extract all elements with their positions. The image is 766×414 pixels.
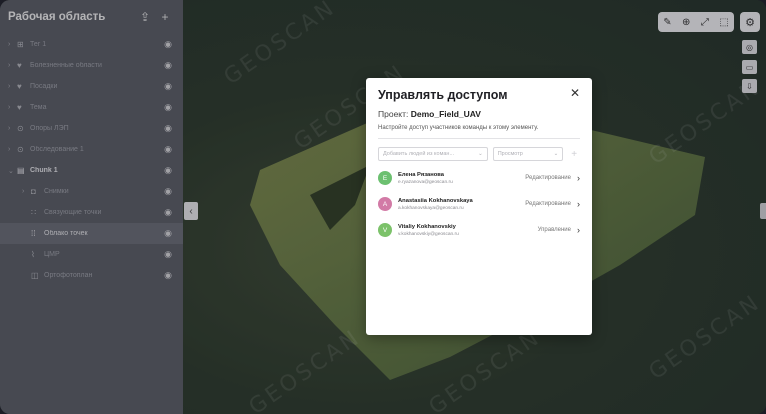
project-label: Проект: (378, 109, 409, 119)
add-icon[interactable]: + (568, 149, 580, 160)
add-people-input[interactable]: Добавить людей из коман... ⌄ (378, 147, 488, 161)
chevron-right-icon[interactable]: › (577, 225, 580, 235)
role-select[interactable]: Просмотр ⌄ (492, 147, 564, 161)
chevron-down-icon: ⌄ (478, 151, 483, 157)
user-email: v.kokhanovskiy@geoscan.ru (398, 231, 459, 237)
user-role[interactable]: Редактирование (525, 201, 571, 207)
dialog-description: Настройте доступ участников команды к эт… (378, 125, 539, 131)
close-icon[interactable]: ✕ (570, 86, 580, 100)
add-people-placeholder: Добавить людей из коман... (383, 151, 455, 157)
chevron-down-icon: ⌄ (553, 151, 559, 157)
user-row[interactable]: V Vitaliy Kokhanovskiy v.kokhanovskiy@ge… (378, 221, 580, 239)
user-info: Vitaliy Kokhanovskiy v.kokhanovskiy@geos… (398, 224, 538, 237)
chevron-right-icon[interactable]: › (577, 173, 580, 183)
users-list: Е Елена Рязанова e.ryazanova@geoscan.ru … (378, 169, 580, 239)
project-line: Проект: Demo_Field_UAV (378, 109, 580, 119)
avatar: А (378, 197, 392, 211)
user-email: e.ryazanova@geoscan.ru (398, 179, 453, 185)
user-name: Anastasiia Kokhanovskaya (398, 197, 473, 204)
user-email: a.kokhanovskaya@geoscan.ru (398, 205, 464, 211)
role-placeholder: Просмотр (497, 151, 523, 157)
avatar: V (378, 223, 392, 237)
invite-row: Добавить людей из коман... ⌄ Просмотр ⌄ … (378, 147, 580, 161)
manage-access-dialog: Управлять доступом ✕ Проект: Demo_Field_… (366, 78, 592, 335)
avatar: Е (378, 171, 392, 185)
user-role[interactable]: Редактирование (525, 175, 571, 181)
project-name: Demo_Field_UAV (410, 109, 481, 119)
user-info: Anastasiia Kokhanovskaya a.kokhanovskaya… (398, 198, 525, 211)
user-name: Елена Рязанова (398, 171, 444, 178)
divider (378, 138, 580, 139)
chevron-right-icon[interactable]: › (577, 199, 580, 209)
dialog-title: Управлять доступом (378, 88, 508, 102)
user-info: Елена Рязанова e.ryazanova@geoscan.ru (398, 172, 525, 185)
user-row[interactable]: А Anastasiia Kokhanovskaya a.kokhanovska… (378, 195, 580, 213)
user-role[interactable]: Управление (538, 227, 571, 233)
user-row[interactable]: Е Елена Рязанова e.ryazanova@geoscan.ru … (378, 169, 580, 187)
app-frame: GEOSCAN GEOSCAN GEOSCAN GEOSCAN GEOSCAN … (0, 0, 766, 414)
user-name: Vitaliy Kokhanovskiy (398, 223, 456, 230)
